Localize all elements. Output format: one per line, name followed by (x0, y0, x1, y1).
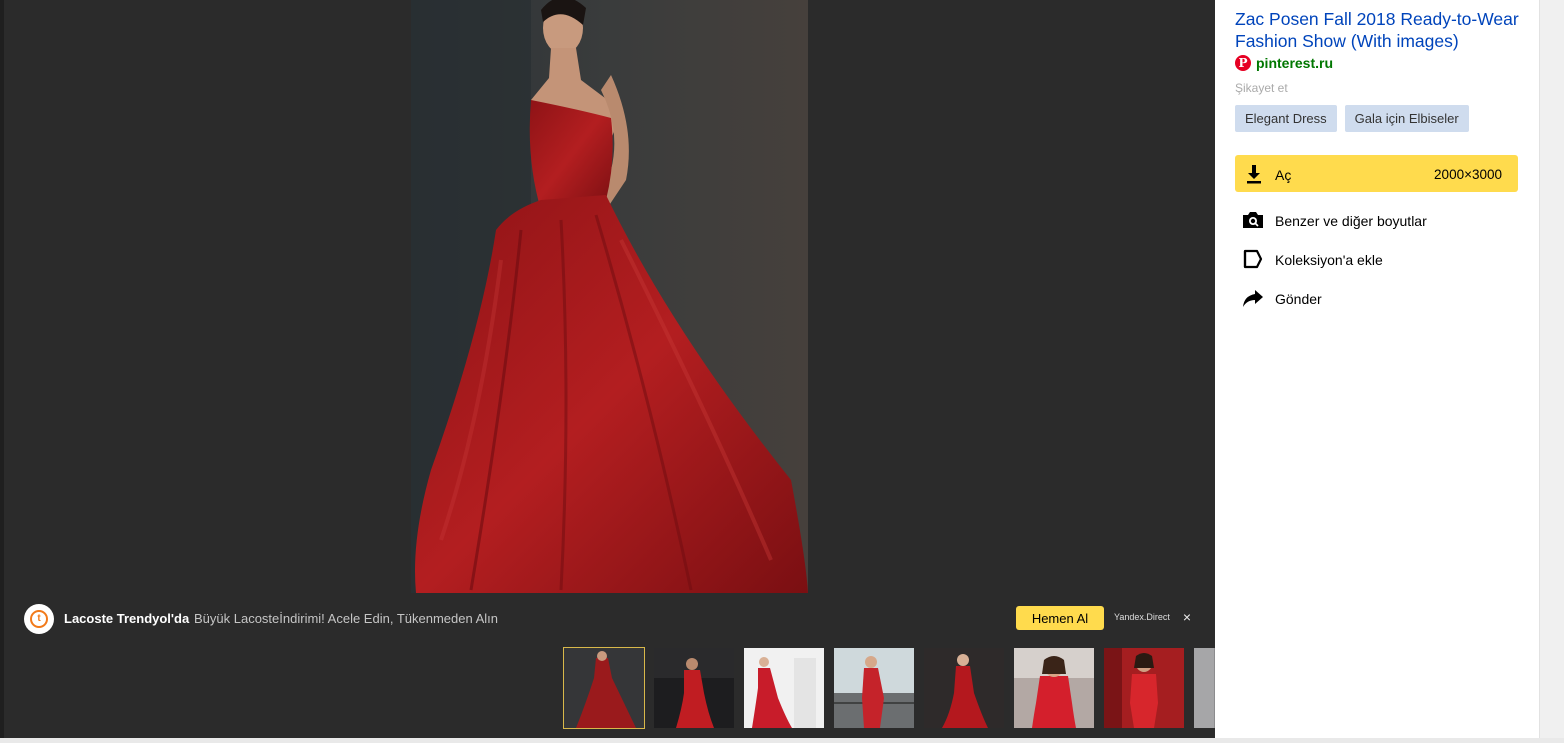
thumbnail-item[interactable] (1194, 648, 1215, 728)
source-row[interactable]: P pinterest.ru (1235, 54, 1333, 72)
ad-banner[interactable]: t Lacoste Trendyol'da Büyük Lacosteİndir… (0, 596, 1215, 642)
thumbnail-image (924, 648, 1004, 728)
main-image-graphic (411, 0, 808, 593)
image-info-panel: Zac Posen Fall 2018 Ready-to-Wear Fashio… (1215, 0, 1539, 743)
collection-icon (1243, 249, 1263, 269)
add-to-collection-label: Koleksiyon'a ekle (1275, 252, 1383, 268)
thumbnail-item[interactable] (654, 648, 734, 728)
thumbnail-strip (562, 646, 1215, 730)
image-viewer: t Lacoste Trendyol'da Büyük Lacosteİndir… (0, 0, 1215, 743)
thumbnail-item[interactable] (1104, 648, 1184, 728)
tag-list: Elegant Dress Gala için Elbiseler (1235, 105, 1469, 132)
ad-close-icon[interactable]: × (1180, 610, 1194, 624)
ad-text[interactable]: Büyük Lacosteİndirimi! Acele Edin, Tüken… (194, 611, 498, 626)
share-action[interactable]: Gönder (1235, 284, 1518, 312)
pinterest-icon: P (1235, 55, 1251, 71)
thumbnail-image (744, 648, 824, 728)
thumbnail-image (564, 648, 644, 728)
report-link[interactable]: Şikayet et (1235, 81, 1288, 95)
ad-source-label[interactable]: Yandex.Direct (1114, 612, 1170, 622)
main-image[interactable] (411, 0, 808, 593)
thumbnail-item[interactable] (924, 648, 1004, 728)
panel-scrollbar[interactable] (1539, 0, 1564, 743)
tag-gala-elbiseler[interactable]: Gala için Elbiseler (1344, 105, 1469, 132)
thumbnail-item[interactable] (1014, 648, 1094, 728)
open-image-button[interactable]: Aç 2000×3000 (1235, 155, 1518, 192)
thumbnail-item[interactable] (563, 647, 645, 729)
trendyol-logo-icon: t (30, 610, 48, 628)
window-bottom-edge (0, 738, 1564, 743)
source-link[interactable]: pinterest.ru (1256, 55, 1333, 71)
thumbnail-image (1014, 648, 1094, 728)
thumbnail-image (1104, 648, 1184, 728)
open-image-label: Aç (1275, 167, 1292, 183)
tag-elegant-dress[interactable]: Elegant Dress (1235, 105, 1337, 132)
scrollbar-thumb[interactable] (1548, 4, 1556, 734)
ad-cta-button[interactable]: Hemen Al (1016, 606, 1104, 630)
ad-logo: t (24, 604, 54, 634)
thumbnail-item[interactable] (744, 648, 824, 728)
add-to-collection-action[interactable]: Koleksiyon'a ekle (1235, 245, 1518, 273)
download-icon (1247, 165, 1261, 184)
camera-search-icon (1243, 212, 1263, 228)
thumbnail-item[interactable] (834, 648, 914, 728)
share-arrow-icon (1243, 290, 1263, 307)
image-title-link[interactable]: Zac Posen Fall 2018 Ready-to-Wear Fashio… (1235, 8, 1525, 52)
similar-sizes-action[interactable]: Benzer ve diğer boyutlar (1235, 206, 1518, 234)
share-label: Gönder (1275, 291, 1322, 307)
similar-sizes-label: Benzer ve diğer boyutlar (1275, 213, 1427, 229)
thumbnail-image (834, 648, 914, 728)
thumbnail-image (654, 648, 734, 728)
image-size-label: 2000×3000 (1434, 167, 1502, 182)
thumbnail-image (1194, 648, 1215, 728)
ad-brand[interactable]: Lacoste Trendyol'da (64, 611, 189, 626)
